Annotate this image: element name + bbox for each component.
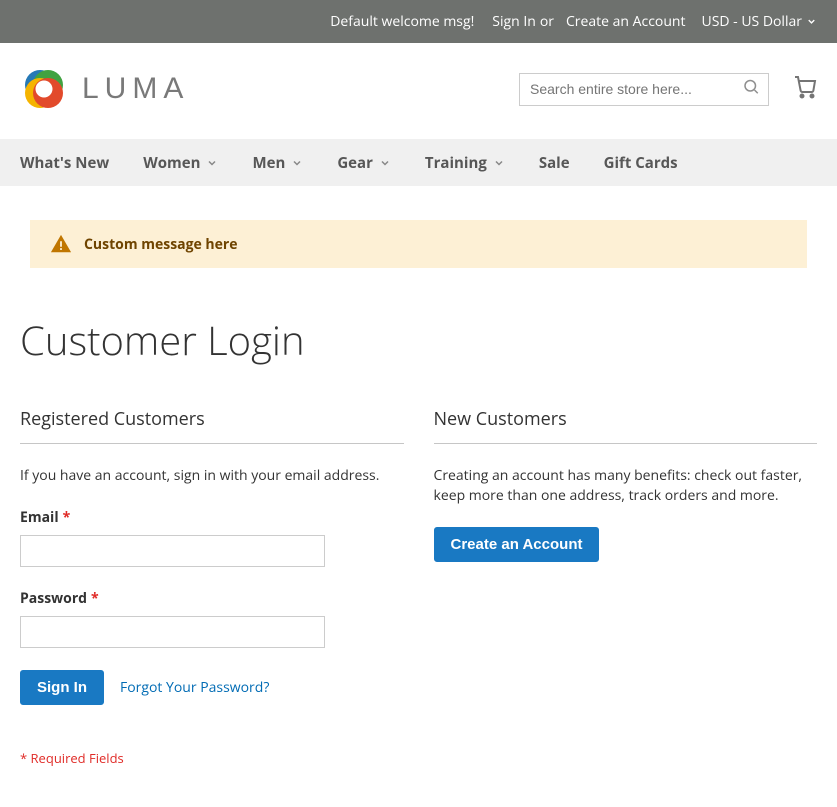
- topbar: Default welcome msg! Sign In or Create a…: [0, 0, 837, 43]
- email-label: Email*: [20, 508, 70, 527]
- create-account-button[interactable]: Create an Account: [434, 527, 600, 562]
- header-right: [519, 73, 817, 106]
- chevron-down-icon: [806, 16, 817, 27]
- page-title: Customer Login: [20, 312, 817, 367]
- currency-switcher[interactable]: USD - US Dollar: [694, 12, 818, 31]
- email-field-wrapper: Email*: [20, 508, 404, 567]
- logo-text: LUMA: [82, 72, 189, 106]
- create-account-link[interactable]: Create an Account: [566, 12, 686, 31]
- required-fields-note: * Required Fields: [20, 749, 404, 767]
- forgot-password-link[interactable]: Forgot Your Password?: [120, 678, 269, 697]
- new-customers-block: New Customers Creating an account has ma…: [434, 407, 818, 767]
- chevron-down-icon: [493, 157, 505, 169]
- login-title: Registered Customers: [20, 407, 404, 444]
- nav-men[interactable]: Men: [252, 139, 303, 186]
- notice-text: Custom message here: [84, 235, 238, 254]
- nav-whats-new[interactable]: What's New: [20, 139, 109, 186]
- nav-sale[interactable]: Sale: [539, 139, 570, 186]
- password-field[interactable]: [20, 616, 325, 648]
- login-block: Registered Customers If you have an acco…: [20, 407, 404, 767]
- search-icon[interactable]: [742, 78, 760, 101]
- chevron-down-icon: [291, 157, 303, 169]
- nav-gear[interactable]: Gear: [337, 139, 391, 186]
- login-actions: Sign In Forgot Your Password?: [20, 670, 404, 705]
- password-field-wrapper: Password*: [20, 589, 404, 648]
- header: LUMA: [0, 43, 837, 139]
- chevron-down-icon: [379, 157, 391, 169]
- main-nav: What's New Women Men Gear Training Sale …: [0, 139, 837, 186]
- new-customers-note: Creating an account has many benefits: c…: [434, 466, 818, 505]
- main-content: Custom message here Customer Login Regis…: [0, 220, 837, 807]
- nav-women[interactable]: Women: [143, 139, 218, 186]
- cart-icon[interactable]: [793, 75, 817, 104]
- signin-button[interactable]: Sign In: [20, 670, 104, 705]
- required-star: *: [63, 508, 71, 527]
- email-field[interactable]: [20, 535, 325, 567]
- logo-icon: [20, 65, 68, 113]
- store-logo[interactable]: LUMA: [20, 65, 189, 113]
- chevron-down-icon: [206, 157, 218, 169]
- new-customers-title: New Customers: [434, 407, 818, 444]
- password-label: Password*: [20, 589, 99, 608]
- notice-message: Custom message here: [30, 220, 807, 268]
- login-note: If you have an account, sign in with you…: [20, 466, 404, 486]
- warning-icon: [50, 233, 72, 255]
- search-input[interactable]: [520, 74, 768, 105]
- nav-training[interactable]: Training: [425, 139, 505, 186]
- search-box: [519, 73, 769, 106]
- currency-label: USD - US Dollar: [702, 12, 803, 31]
- or-text: or: [540, 12, 554, 31]
- required-star: *: [91, 589, 99, 608]
- welcome-message: Default welcome msg!: [330, 12, 474, 31]
- nav-gift-cards[interactable]: Gift Cards: [604, 139, 678, 186]
- signin-link[interactable]: Sign In: [492, 12, 536, 31]
